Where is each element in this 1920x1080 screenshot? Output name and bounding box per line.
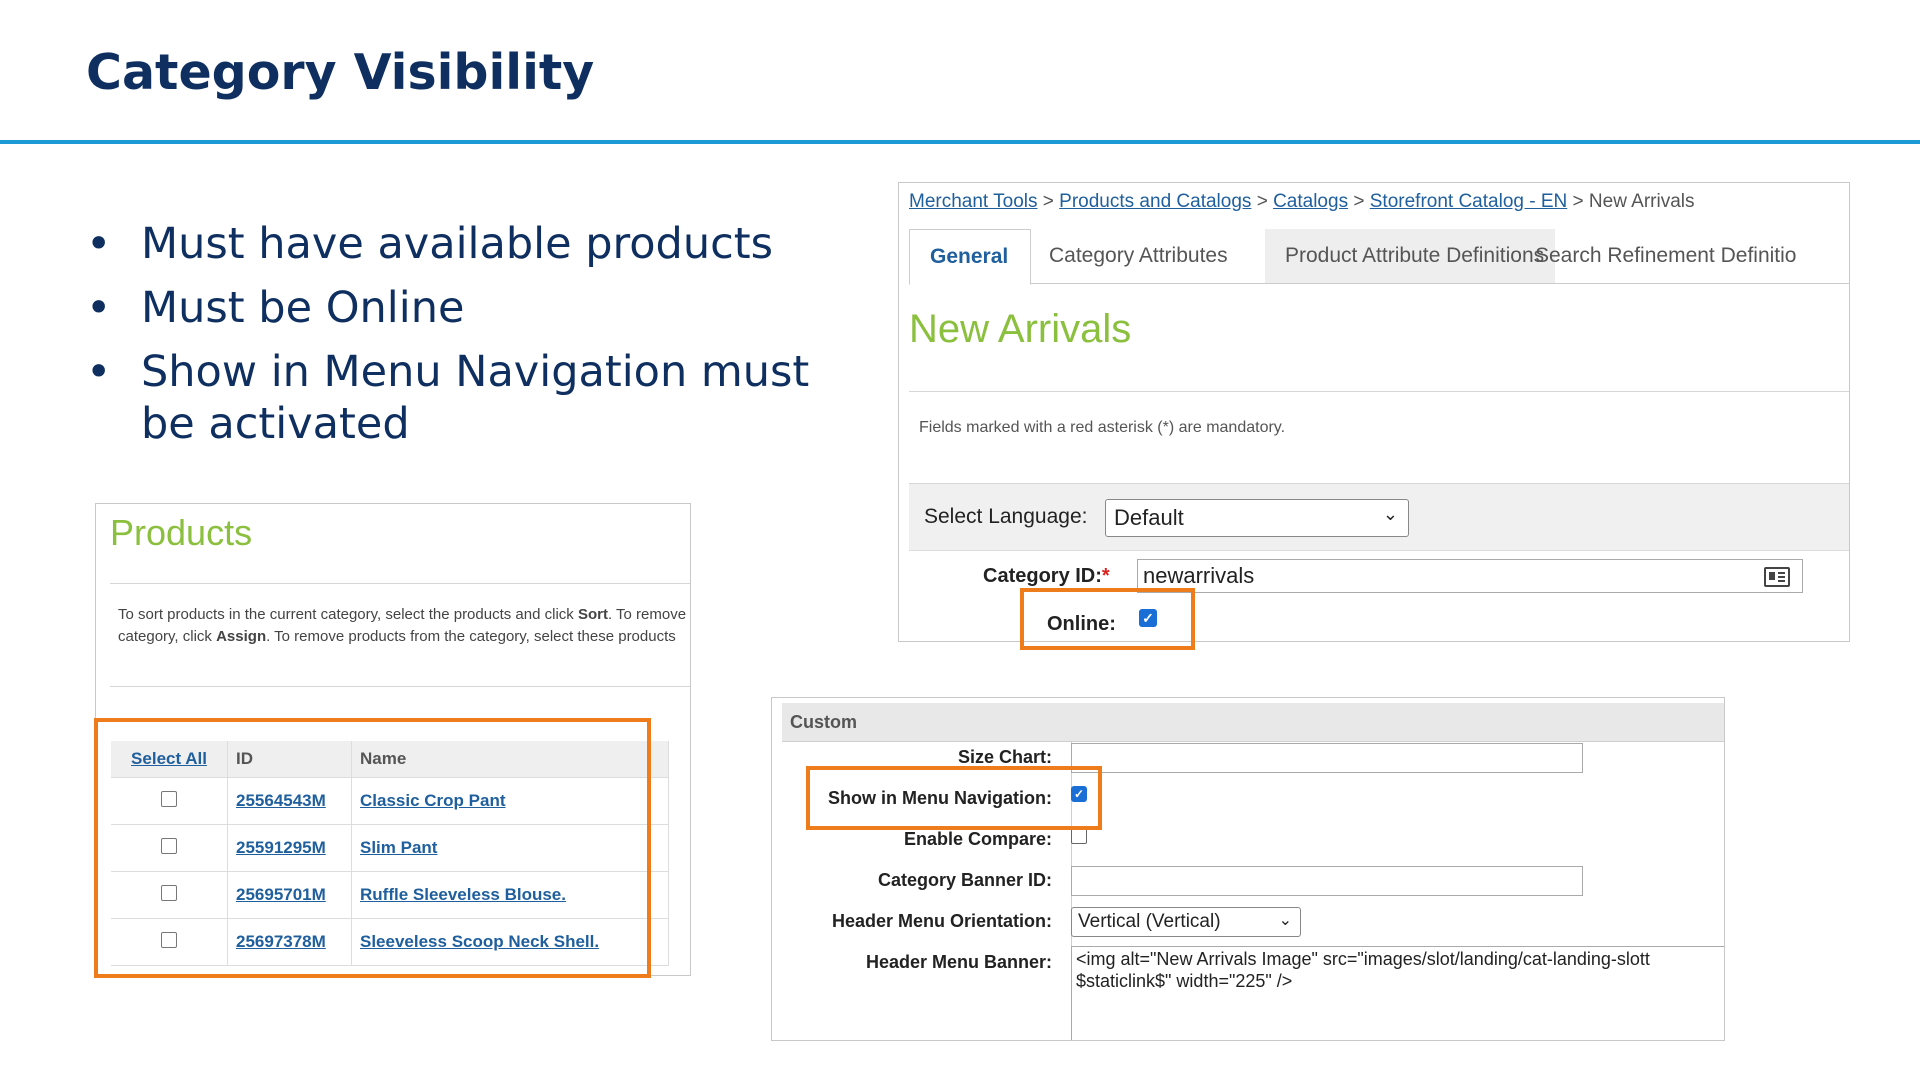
desc-text: category, click xyxy=(118,628,217,645)
bullet-text: Must be Online xyxy=(141,283,465,333)
banner-line-1: <img alt="New Arrivals Image" src="image… xyxy=(1076,949,1650,969)
slide-title: Category Visibility xyxy=(86,44,595,101)
chevron-down-icon: ⌄ xyxy=(1278,912,1292,929)
header-menu-orientation-label: Header Menu Orientation: xyxy=(831,911,1052,931)
language-row: Select Language: Default ⌄ xyxy=(909,484,1849,551)
tab-general[interactable]: General xyxy=(909,229,1031,285)
tab-category-attributes[interactable]: Category Attributes xyxy=(1029,229,1248,283)
bullet-item: • Must be Online xyxy=(86,282,826,334)
bullet-list: • Must have available products • Must be O… xyxy=(86,218,826,462)
tab-product-attribute-definitions[interactable]: Product Attribute Definitions xyxy=(1265,229,1555,283)
bullet-item: • Must have available products xyxy=(86,218,826,270)
desc-sort-word: Sort xyxy=(577,606,608,623)
desc-text: . To remove products from the category, … xyxy=(266,628,676,645)
breadcrumb-separator: > xyxy=(1572,191,1584,212)
products-title: Products xyxy=(110,512,253,553)
chevron-down-icon: ⌄ xyxy=(1382,504,1398,524)
custom-section-header: Custom xyxy=(782,703,1724,742)
breadcrumb-products-catalogs[interactable]: Products and Catalogs xyxy=(1059,191,1251,212)
breadcrumb-separator: > xyxy=(1353,191,1365,212)
category-panel: Merchant Tools > Products and Catalogs >… xyxy=(898,182,1850,642)
category-id-label-text: Category ID: xyxy=(983,565,1102,587)
bullet-icon: • xyxy=(86,219,112,269)
category-heading: New Arrivals xyxy=(909,307,1132,351)
custom-header-text: Custom xyxy=(790,712,857,732)
bullet-icon: • xyxy=(86,283,112,333)
products-description: To sort products in the current category… xyxy=(118,604,690,648)
breadcrumb-current: New Arrivals xyxy=(1588,191,1695,212)
breadcrumb-catalogs[interactable]: Catalogs xyxy=(1273,191,1348,212)
header-menu-banner-textarea[interactable]: <img alt="New Arrivals Image" src="image… xyxy=(1071,946,1724,1040)
category-id-value: newarrivals xyxy=(1143,563,1255,588)
breadcrumb-separator: > xyxy=(1256,191,1268,212)
mandatory-note: Fields marked with a red asterisk (*) ar… xyxy=(919,419,1286,436)
desc-assign-word: Assign xyxy=(216,628,267,645)
tab-bar: General Category Attributes Product Attr… xyxy=(909,229,1849,285)
divider xyxy=(110,583,690,584)
breadcrumb-storefront-catalog[interactable]: Storefront Catalog - EN xyxy=(1370,191,1567,212)
category-id-input[interactable]: newarrivals xyxy=(1137,559,1803,593)
bullet-item: • Show in Menu Navigation must be activat… xyxy=(86,346,826,450)
bullet-text: Must have available products xyxy=(141,219,774,269)
header-menu-banner-label: Header Menu Banner: xyxy=(865,952,1052,972)
tab-search-refinement-definitions[interactable]: Search Refinement Definitio xyxy=(1515,229,1816,283)
bullet-text: Show in Menu Navigation must be activate… xyxy=(141,347,810,449)
size-chart-input[interactable] xyxy=(1071,743,1583,773)
custom-attributes-panel: Custom Size Chart: Show in Menu Navigati… xyxy=(771,697,1725,1041)
breadcrumb-separator: > xyxy=(1042,191,1054,212)
required-asterisk: * xyxy=(1101,565,1110,587)
divider xyxy=(909,391,1849,392)
language-label: Select Language: xyxy=(924,505,1088,528)
divider xyxy=(110,686,690,687)
enable-compare-checkbox[interactable] xyxy=(1071,828,1087,844)
breadcrumb-merchant-tools[interactable]: Merchant Tools xyxy=(909,191,1038,212)
language-value: Default xyxy=(1114,505,1184,530)
category-banner-id-input[interactable] xyxy=(1071,866,1583,896)
language-select[interactable]: Default ⌄ xyxy=(1105,499,1409,537)
banner-line-2: $staticlink$" width="225" /> xyxy=(1076,971,1293,991)
header-menu-orientation-select[interactable]: Vertical (Vertical) ⌄ xyxy=(1071,907,1301,937)
products-highlight-box xyxy=(94,718,651,978)
show-in-menu-highlight-box xyxy=(806,766,1102,830)
bullet-icon: • xyxy=(86,347,112,397)
online-highlight-box xyxy=(1020,588,1195,650)
id-card-icon[interactable] xyxy=(1764,567,1790,587)
desc-text: . To remove xyxy=(607,606,687,623)
size-chart-label: Size Chart: xyxy=(957,747,1052,767)
title-rule xyxy=(0,140,1920,144)
orientation-value: Vertical (Vertical) xyxy=(1078,911,1221,932)
enable-compare-label: Enable Compare: xyxy=(903,829,1052,849)
category-banner-id-label: Category Banner ID: xyxy=(877,870,1052,890)
category-id-label: Category ID:* xyxy=(983,565,1110,588)
desc-text: To sort products in the current category… xyxy=(118,606,578,623)
breadcrumb: Merchant Tools > Products and Catalogs >… xyxy=(909,191,1694,213)
